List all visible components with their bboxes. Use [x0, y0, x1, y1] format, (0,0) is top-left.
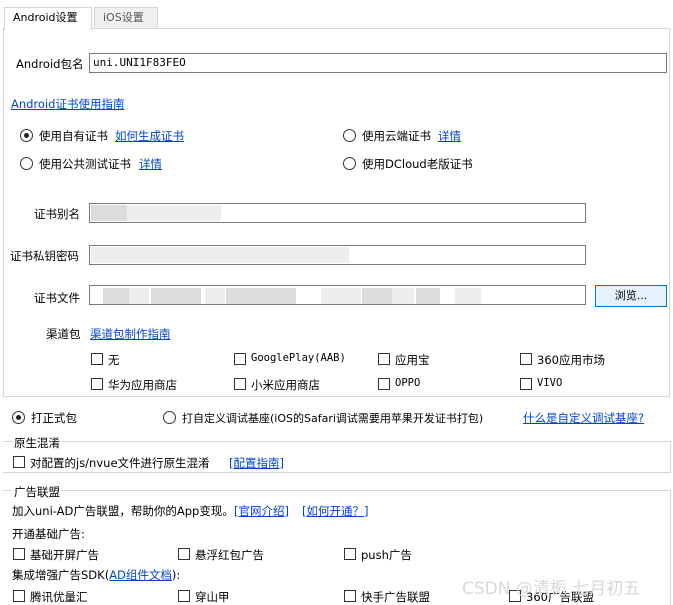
package-name-input[interactable]: uni.UNI1F83FEO [89, 53, 667, 73]
public-test-cert-details-link[interactable]: 详情 [139, 156, 162, 172]
channel-huawei-label[interactable]: 华为应用商店 [108, 377, 177, 393]
cloud-cert-radio[interactable] [343, 129, 356, 142]
ad-basic-splash-label[interactable]: 基础开屏广告 [30, 547, 99, 563]
dcloud-old-cert-label[interactable]: 使用DCloud老版证书 [362, 156, 473, 172]
ad-how-to-open-link[interactable]: [如何开通？] [302, 503, 368, 519]
ad-push-label[interactable]: push广告 [361, 547, 412, 563]
custom-base-radio[interactable] [163, 411, 176, 424]
formal-pack-label[interactable]: 打正式包 [31, 410, 77, 426]
channel-oppo-label[interactable]: OPPO [395, 377, 420, 389]
channel-xiaomi-label[interactable]: 小米应用商店 [251, 377, 320, 393]
channel-360-label[interactable]: 360应用市场 [537, 352, 605, 368]
browse-button[interactable]: 浏览... [595, 285, 667, 307]
cert-file-label: 证书文件 [34, 291, 80, 305]
enhanced-ads-label: 集成增强广告SDK(AD组件文档): [12, 568, 181, 582]
cert-password-label: 证书私钥密码 [10, 249, 79, 263]
ad-tencent-label[interactable]: 腾讯优量汇 [30, 589, 88, 605]
ad-basic-splash-checkbox[interactable] [13, 548, 25, 560]
channel-yingyongbao-label[interactable]: 应用宝 [395, 352, 430, 368]
tab-android-settings[interactable]: Android设置 [4, 7, 92, 30]
ad-kuaishou-checkbox[interactable] [344, 590, 356, 602]
redacted-mask [362, 288, 392, 304]
redacted-mask [151, 288, 201, 304]
group-border [3, 490, 670, 491]
ad-alliance-title: 广告联盟 [12, 484, 62, 500]
ad-alliance-intro: 加入uni-AD广告联盟，帮助你的App变现。 [12, 504, 234, 518]
ad-tencent-checkbox[interactable] [13, 590, 25, 602]
group-border [3, 472, 670, 473]
channel-checkbox-none[interactable] [91, 353, 103, 365]
how-to-generate-cert-link[interactable]: 如何生成证书 [115, 128, 184, 144]
channel-vivo-label[interactable]: VIVO [537, 377, 562, 389]
redacted-mask [129, 288, 149, 304]
package-name-label: Android包名 [16, 57, 84, 71]
channel-checkbox-oppo[interactable] [378, 378, 390, 390]
cloud-cert-label[interactable]: 使用云端证书 [362, 128, 431, 144]
channel-checkbox-xiaomi[interactable] [234, 378, 246, 390]
basic-ads-label: 开通基础广告: [12, 527, 85, 541]
redacted-mask [91, 205, 127, 221]
android-cert-guide-link[interactable]: Android证书使用指南 [11, 96, 124, 112]
channel-guide-link[interactable]: 渠道包制作指南 [90, 326, 171, 342]
dcloud-old-cert-radio[interactable] [343, 157, 356, 170]
channel-checkbox-360[interactable] [520, 353, 532, 365]
redacted-mask [416, 288, 440, 304]
redacted-mask [91, 247, 349, 263]
group-border [3, 441, 670, 442]
channel-checkbox-googleplay[interactable] [234, 353, 246, 365]
formal-pack-radio[interactable] [12, 411, 25, 424]
native-obfuscation-title: 原生混淆 [12, 435, 62, 451]
redacted-mask [127, 205, 221, 221]
group-border [670, 441, 671, 473]
channel-none-label[interactable]: 无 [108, 352, 120, 368]
tab-ios-settings[interactable]: iOS设置 [94, 7, 158, 29]
group-border [670, 490, 671, 605]
csdn-watermark: CSDN @清栀 七月初五 [462, 579, 641, 599]
channel-label: 渠道包 [46, 327, 81, 341]
own-cert-label[interactable]: 使用自有证书 [39, 128, 108, 144]
public-test-cert-radio[interactable] [20, 157, 33, 170]
own-cert-radio[interactable] [20, 129, 33, 142]
ad-pangle-label[interactable]: 穿山甲 [195, 589, 230, 605]
cert-alias-label: 证书别名 [34, 207, 80, 221]
channel-checkbox-yingyongbao[interactable] [378, 353, 390, 365]
ad-float-redpacket-label[interactable]: 悬浮红包广告 [195, 547, 264, 563]
ad-official-intro-link[interactable]: [官网介绍] [234, 503, 289, 519]
native-obfuscation-checkbox[interactable] [13, 456, 25, 468]
channel-googleplay-label[interactable]: GooglePlay(AAB) [251, 352, 346, 364]
redacted-mask [455, 288, 481, 304]
ad-push-checkbox[interactable] [344, 548, 356, 560]
redacted-mask [321, 288, 361, 304]
channel-checkbox-vivo[interactable] [520, 378, 532, 390]
redacted-mask [205, 288, 225, 304]
ad-component-docs-link[interactable]: AD组件文档 [109, 568, 172, 582]
ad-float-redpacket-checkbox[interactable] [178, 548, 190, 560]
public-test-cert-label[interactable]: 使用公共测试证书 [39, 156, 131, 172]
native-obfuscation-guide-link[interactable]: [配置指南] [229, 455, 284, 471]
custom-base-label[interactable]: 打自定义调试基座(iOS的Safari调试需要用苹果开发证书打包) [182, 410, 483, 426]
redacted-mask [226, 288, 296, 304]
ad-pangle-checkbox[interactable] [178, 590, 190, 602]
custom-base-help-link[interactable]: 什么是自定义调试基座? [523, 410, 644, 426]
redacted-mask [392, 288, 414, 304]
cloud-cert-details-link[interactable]: 详情 [438, 128, 461, 144]
redacted-mask [103, 288, 129, 304]
channel-checkbox-huawei[interactable] [91, 378, 103, 390]
ad-kuaishou-label[interactable]: 快手广告联盟 [361, 589, 430, 605]
native-obfuscation-label[interactable]: 对配置的js/nvue文件进行原生混淆 [30, 455, 210, 471]
